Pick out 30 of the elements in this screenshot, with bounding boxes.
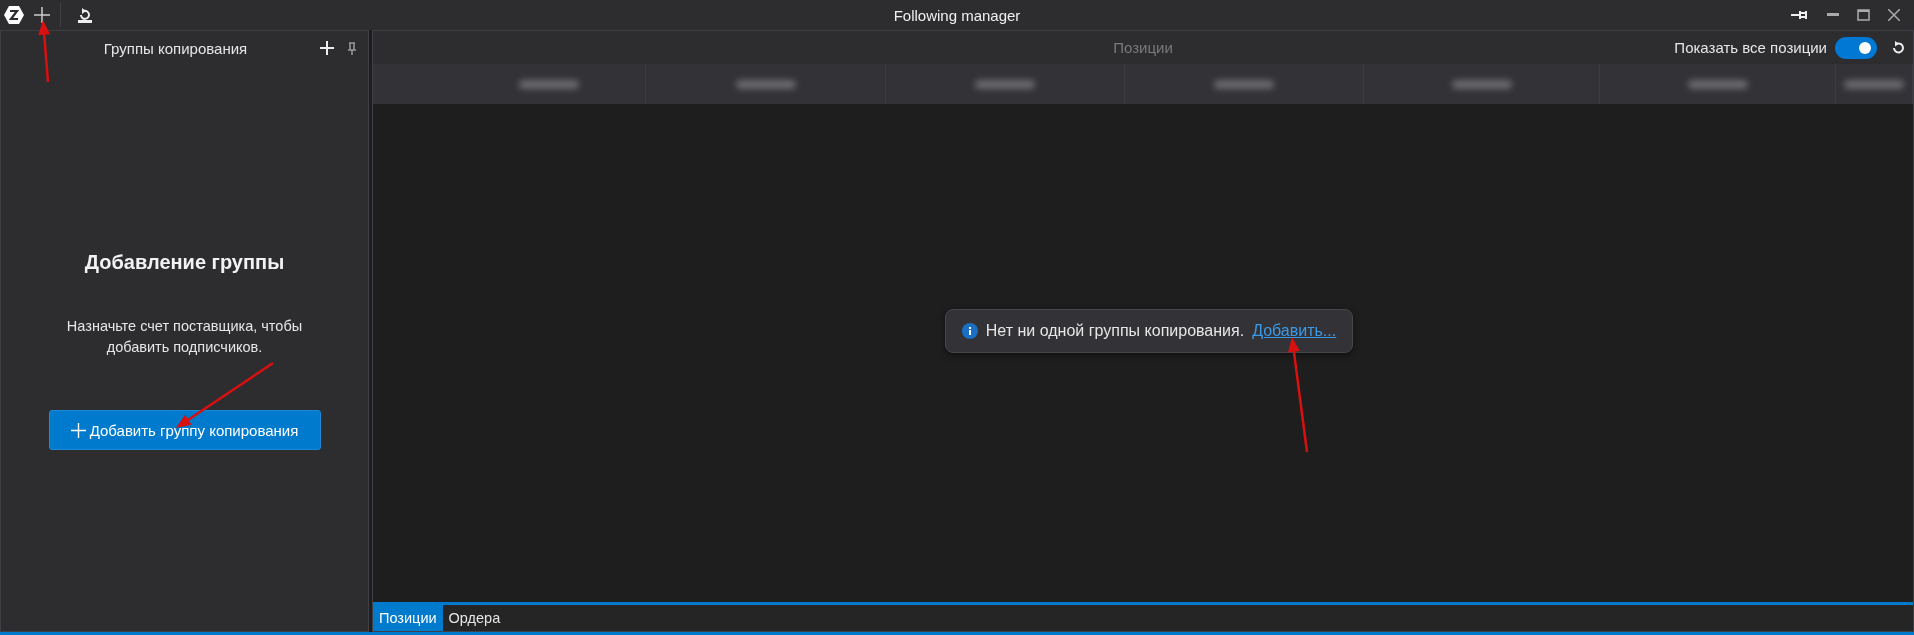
- toggle-label: Показать все позиции: [1674, 39, 1827, 56]
- add-link[interactable]: Добавить...: [1252, 322, 1337, 340]
- blurred-text: [975, 79, 1035, 89]
- minimize-icon[interactable]: [1827, 13, 1839, 17]
- info-icon: [961, 323, 978, 339]
- blurred-text: [1687, 79, 1748, 89]
- add-group-button[interactable]: Добавить группу копирования: [48, 410, 321, 450]
- refresh-icon[interactable]: [1891, 40, 1905, 55]
- pin-icon[interactable]: [1791, 10, 1809, 20]
- window-title: Following manager: [893, 6, 1021, 24]
- bottom-tab[interactable]: Ордера: [442, 605, 507, 631]
- add-icon[interactable]: [34, 7, 50, 23]
- close-icon[interactable]: [1888, 9, 1900, 21]
- annotation-arrow: [38, 20, 51, 83]
- empty-heading: Добавление группы: [84, 251, 285, 274]
- show-all-toggle[interactable]: [1835, 36, 1877, 59]
- notice-text: Нет ни одной группы копирования.: [985, 322, 1245, 340]
- blurred-text: [735, 79, 796, 89]
- panel-title: Группы копирования: [103, 39, 248, 57]
- blurred-text: [1451, 79, 1512, 89]
- empty-description: Назначьте счет поставщика, чтобы добавить подписчиков.: [65, 317, 304, 357]
- panel-title: Позиции: [1113, 39, 1173, 56]
- blurred-text: [1214, 79, 1274, 89]
- bottom-tab[interactable]: Позиции: [373, 605, 443, 631]
- blurred-text: [519, 79, 579, 89]
- logo-icon[interactable]: [4, 5, 24, 25]
- blurred-text: [1844, 79, 1904, 89]
- plus-icon: [70, 422, 86, 438]
- refresh-icon[interactable]: [77, 7, 93, 23]
- maximize-icon[interactable]: [1857, 9, 1870, 21]
